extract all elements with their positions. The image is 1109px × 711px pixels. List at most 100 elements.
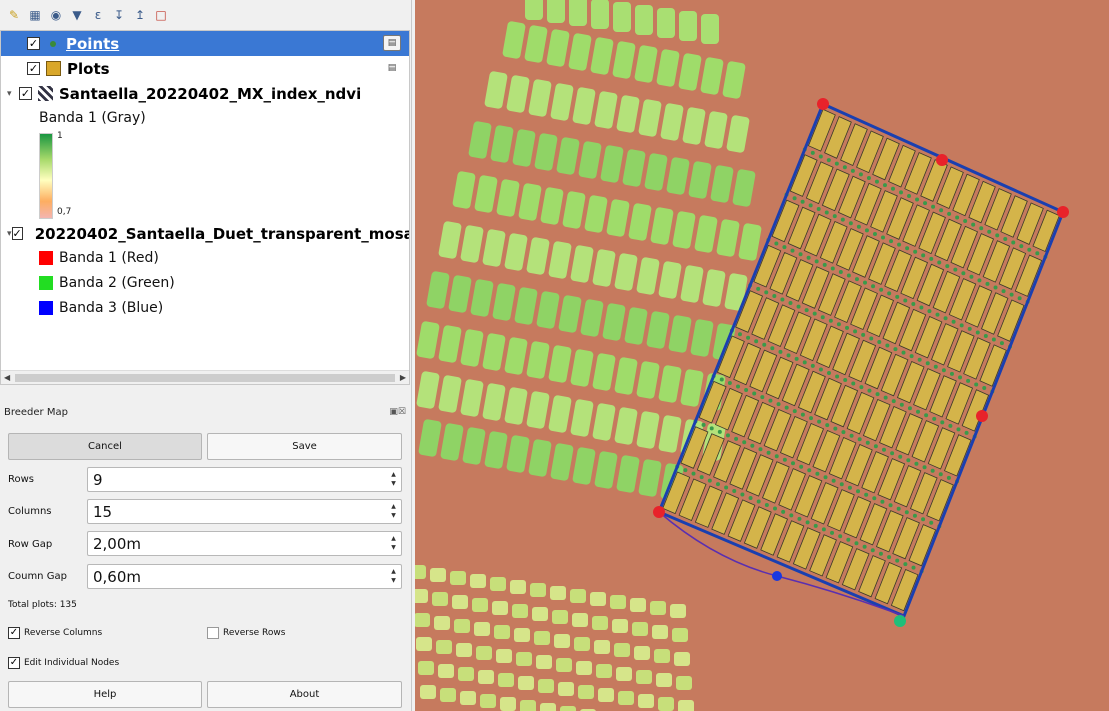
- grid-node[interactable]: [780, 297, 785, 302]
- grid-node[interactable]: [845, 325, 849, 330]
- grid-node[interactable]: [948, 423, 953, 428]
- grid-node[interactable]: [736, 384, 740, 389]
- grid-node[interactable]: [828, 318, 833, 323]
- corner-node[interactable]: [1057, 206, 1069, 218]
- grid-node[interactable]: [781, 509, 786, 514]
- grid-node[interactable]: [911, 302, 916, 306]
- paint-icon[interactable]: ✎: [6, 7, 22, 23]
- grid-node[interactable]: [890, 186, 895, 191]
- grid-node[interactable]: [977, 278, 982, 283]
- grid-node[interactable]: [812, 311, 817, 316]
- grid-node[interactable]: [878, 551, 883, 556]
- map-canvas[interactable]: [415, 0, 1109, 711]
- grid-node[interactable]: [846, 273, 851, 278]
- grid-node[interactable]: [861, 332, 866, 337]
- column-gap-input[interactable]: 0,60m ▲ ▼: [87, 564, 402, 589]
- filter-icon[interactable]: ▼: [69, 7, 85, 23]
- grid-node[interactable]: [838, 270, 843, 274]
- grid-node[interactable]: [750, 443, 755, 448]
- grid-node[interactable]: [719, 377, 724, 382]
- grid-node[interactable]: [754, 339, 759, 344]
- corner-node[interactable]: [976, 410, 988, 422]
- grid-node[interactable]: [953, 267, 958, 272]
- grid-node[interactable]: [802, 360, 807, 365]
- grid-node[interactable]: [940, 420, 945, 425]
- grid-node[interactable]: [1011, 240, 1016, 245]
- grid-node[interactable]: [999, 341, 1004, 346]
- grid-node[interactable]: [856, 224, 861, 229]
- grid-node[interactable]: [792, 196, 797, 201]
- grid-node[interactable]: [744, 388, 749, 393]
- corner-node[interactable]: [653, 506, 665, 518]
- grid-node[interactable]: [840, 217, 845, 222]
- columns-input[interactable]: 15 ▲ ▼: [87, 499, 402, 524]
- grid-node[interactable]: [869, 336, 874, 341]
- grid-node[interactable]: [983, 334, 988, 338]
- grid-node[interactable]: [830, 266, 835, 271]
- grid-node[interactable]: [724, 485, 729, 490]
- grid-node[interactable]: [916, 409, 921, 414]
- cancel-button[interactable]: Cancel: [8, 433, 202, 460]
- grid-node[interactable]: [709, 426, 714, 431]
- grid-node[interactable]: [958, 375, 963, 380]
- grid-node[interactable]: [875, 392, 880, 397]
- grid-node[interactable]: [879, 287, 884, 292]
- collapse-all-icon[interactable]: ↥: [132, 7, 148, 23]
- grid-node[interactable]: [899, 190, 903, 195]
- filter-expression-icon[interactable]: ε: [90, 7, 106, 23]
- grid-node[interactable]: [929, 520, 934, 525]
- grid-node[interactable]: [760, 395, 765, 400]
- grid-node[interactable]: [796, 304, 801, 309]
- grid-node[interactable]: [807, 468, 812, 473]
- grid-node[interactable]: [826, 158, 831, 163]
- grid-node[interactable]: [925, 361, 930, 366]
- grid-node[interactable]: [830, 530, 835, 535]
- grid-node[interactable]: [1027, 247, 1032, 252]
- layer-mosaic-checkbox[interactable]: ✓: [11, 227, 23, 240]
- grid-node[interactable]: [752, 391, 757, 396]
- grid-node[interactable]: [896, 506, 901, 511]
- grid-node[interactable]: [813, 523, 818, 528]
- grid-node[interactable]: [823, 475, 828, 480]
- grid-node[interactable]: [758, 447, 763, 452]
- grid-node[interactable]: [991, 337, 996, 342]
- edit-toggle-icon[interactable]: ▤: [383, 60, 401, 76]
- grid-node[interactable]: [883, 395, 888, 400]
- grid-node[interactable]: [993, 285, 998, 290]
- eye-icon[interactable]: ◉: [48, 7, 64, 23]
- help-button[interactable]: Help: [8, 681, 202, 708]
- grid-node[interactable]: [725, 433, 730, 438]
- corner-node[interactable]: [817, 98, 829, 110]
- grid-node[interactable]: [827, 370, 831, 375]
- grid-node[interactable]: [862, 544, 867, 549]
- expand-all-icon[interactable]: ↧: [111, 7, 127, 23]
- scroll-right-icon[interactable]: ▶: [400, 371, 406, 384]
- grid-node[interactable]: [776, 402, 781, 407]
- grid-node[interactable]: [858, 172, 863, 177]
- grid-node[interactable]: [810, 363, 815, 368]
- grid-node[interactable]: [903, 298, 908, 303]
- grid-node[interactable]: [831, 478, 836, 483]
- grid-node[interactable]: [817, 419, 822, 424]
- grid-node[interactable]: [800, 412, 805, 417]
- grid-node[interactable]: [956, 427, 961, 432]
- reverse-columns-checkbox[interactable]: ✓ Reverse Columns: [8, 627, 102, 639]
- grid-node[interactable]: [854, 277, 859, 282]
- spin-arrows-icon[interactable]: ▲ ▼: [388, 502, 399, 521]
- layer-points-checkbox[interactable]: ✓: [27, 37, 40, 50]
- checkbox-box[interactable]: ✓: [8, 627, 20, 639]
- grid-node[interactable]: [788, 301, 793, 306]
- grid-node[interactable]: [717, 429, 722, 434]
- grid-node[interactable]: [982, 386, 987, 391]
- grid-node[interactable]: [898, 454, 903, 459]
- grid-node[interactable]: [888, 503, 893, 508]
- grid-node[interactable]: [995, 233, 1000, 238]
- grid-node[interactable]: [1017, 296, 1022, 301]
- grid-node[interactable]: [949, 371, 954, 376]
- layer-plots[interactable]: ✓ Plots ▤: [1, 56, 409, 81]
- layer-plots-checkbox[interactable]: ✓: [27, 62, 40, 75]
- grid-node[interactable]: [756, 286, 761, 291]
- grid-node[interactable]: [822, 262, 827, 267]
- grid-node[interactable]: [798, 252, 803, 257]
- grid-node[interactable]: [762, 342, 767, 347]
